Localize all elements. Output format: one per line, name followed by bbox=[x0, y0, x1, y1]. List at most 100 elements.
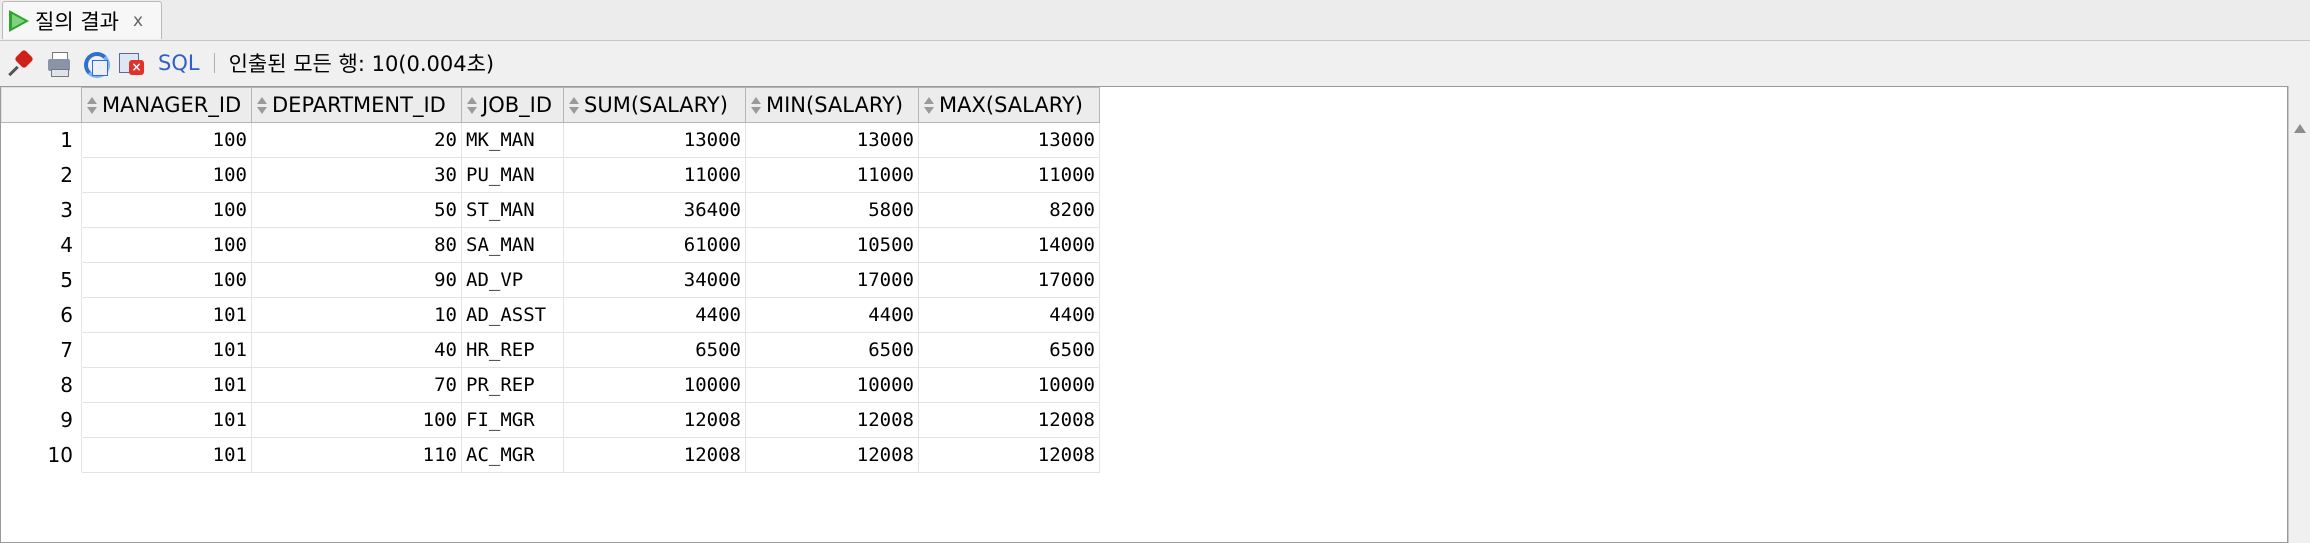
row-number-header bbox=[1, 87, 82, 123]
table-row[interactable]: 6 101 10 AD_ASST 4400 4400 4400 bbox=[1, 297, 1100, 333]
cell-job-id[interactable]: MK_MAN bbox=[461, 122, 564, 158]
cell-sum-salary[interactable]: 10000 bbox=[563, 367, 746, 403]
cell-min-salary[interactable]: 4400 bbox=[745, 297, 919, 333]
cell-department-id[interactable]: 100 bbox=[251, 402, 462, 438]
table-row[interactable]: 10 101 110 AC_MGR 12008 12008 12008 bbox=[1, 437, 1100, 473]
cell-manager-id[interactable]: 101 bbox=[81, 437, 252, 473]
cell-job-id[interactable]: ST_MAN bbox=[461, 192, 564, 228]
cell-sum-salary[interactable]: 6500 bbox=[563, 332, 746, 368]
cell-max-salary[interactable]: 10000 bbox=[918, 367, 1100, 403]
table-row[interactable]: 4 100 80 SA_MAN 61000 10500 14000 bbox=[1, 227, 1100, 263]
row-number[interactable]: 2 bbox=[1, 157, 82, 193]
cell-max-salary[interactable]: 12008 bbox=[918, 402, 1100, 438]
cell-min-salary[interactable]: 6500 bbox=[745, 332, 919, 368]
cell-sum-salary[interactable]: 12008 bbox=[563, 402, 746, 438]
column-header-manager-id[interactable]: MANAGER_ID bbox=[81, 87, 252, 123]
cell-job-id[interactable]: PR_REP bbox=[461, 367, 564, 403]
cell-max-salary[interactable]: 11000 bbox=[918, 157, 1100, 193]
cell-min-salary[interactable]: 17000 bbox=[745, 262, 919, 298]
cell-max-salary[interactable]: 12008 bbox=[918, 437, 1100, 473]
cell-department-id[interactable]: 50 bbox=[251, 192, 462, 228]
cell-department-id[interactable]: 30 bbox=[251, 157, 462, 193]
cell-min-salary[interactable]: 5800 bbox=[745, 192, 919, 228]
column-header-max-salary[interactable]: MAX(SALARY) bbox=[918, 87, 1100, 123]
cell-max-salary[interactable]: 14000 bbox=[918, 227, 1100, 263]
tab-query-result[interactable]: 질의 결과 x bbox=[2, 1, 162, 39]
cell-job-id[interactable]: PU_MAN bbox=[461, 157, 564, 193]
table-row[interactable]: 1 100 20 MK_MAN 13000 13000 13000 bbox=[1, 122, 1100, 158]
sort-icon bbox=[568, 95, 580, 117]
cell-max-salary[interactable]: 6500 bbox=[918, 332, 1100, 368]
sort-icon bbox=[750, 95, 762, 117]
row-number[interactable]: 7 bbox=[1, 332, 82, 368]
cell-sum-salary[interactable]: 11000 bbox=[563, 157, 746, 193]
cell-department-id[interactable]: 110 bbox=[251, 437, 462, 473]
cell-min-salary[interactable]: 13000 bbox=[745, 122, 919, 158]
refresh-icon[interactable] bbox=[82, 50, 110, 78]
cell-min-salary[interactable]: 11000 bbox=[745, 157, 919, 193]
row-number[interactable]: 5 bbox=[1, 262, 82, 298]
column-header-sum-salary[interactable]: SUM(SALARY) bbox=[563, 87, 746, 123]
cell-manager-id[interactable]: 100 bbox=[81, 157, 252, 193]
column-header-department-id[interactable]: DEPARTMENT_ID bbox=[251, 87, 462, 123]
table-row[interactable]: 9 101 100 FI_MGR 12008 12008 12008 bbox=[1, 402, 1100, 438]
row-number[interactable]: 3 bbox=[1, 192, 82, 228]
cell-manager-id[interactable]: 101 bbox=[81, 367, 252, 403]
cell-min-salary[interactable]: 12008 bbox=[745, 437, 919, 473]
cell-sum-salary[interactable]: 34000 bbox=[563, 262, 746, 298]
cell-sum-salary[interactable]: 36400 bbox=[563, 192, 746, 228]
table-row[interactable]: 8 101 70 PR_REP 10000 10000 10000 bbox=[1, 367, 1100, 403]
cell-sum-salary[interactable]: 4400 bbox=[563, 297, 746, 333]
cell-max-salary[interactable]: 8200 bbox=[918, 192, 1100, 228]
cell-department-id[interactable]: 10 bbox=[251, 297, 462, 333]
pin-icon[interactable] bbox=[8, 49, 36, 77]
table-row[interactable]: 5 100 90 AD_VP 34000 17000 17000 bbox=[1, 262, 1100, 298]
cell-sum-salary[interactable]: 13000 bbox=[563, 122, 746, 158]
table-row[interactable]: 3 100 50 ST_MAN 36400 5800 8200 bbox=[1, 192, 1100, 228]
tab-close-button[interactable]: x bbox=[133, 11, 143, 31]
cancel-icon[interactable]: × bbox=[118, 50, 144, 76]
column-header-min-salary[interactable]: MIN(SALARY) bbox=[745, 87, 919, 123]
cell-manager-id[interactable]: 100 bbox=[81, 262, 252, 298]
cell-job-id[interactable]: AC_MGR bbox=[461, 437, 564, 473]
cell-department-id[interactable]: 90 bbox=[251, 262, 462, 298]
cell-department-id[interactable]: 40 bbox=[251, 332, 462, 368]
row-number[interactable]: 8 bbox=[1, 367, 82, 403]
cell-department-id[interactable]: 20 bbox=[251, 122, 462, 158]
table-row[interactable]: 2 100 30 PU_MAN 11000 11000 11000 bbox=[1, 157, 1100, 193]
cell-manager-id[interactable]: 100 bbox=[81, 122, 252, 158]
cell-min-salary[interactable]: 12008 bbox=[745, 402, 919, 438]
cell-min-salary[interactable]: 10500 bbox=[745, 227, 919, 263]
cell-department-id[interactable]: 80 bbox=[251, 227, 462, 263]
cell-max-salary[interactable]: 17000 bbox=[918, 262, 1100, 298]
cell-department-id[interactable]: 70 bbox=[251, 367, 462, 403]
cell-sum-salary[interactable]: 12008 bbox=[563, 437, 746, 473]
cell-job-id[interactable]: AD_VP bbox=[461, 262, 564, 298]
cell-manager-id[interactable]: 100 bbox=[81, 227, 252, 263]
tab-strip: 질의 결과 x bbox=[0, 0, 2310, 41]
cell-max-salary[interactable]: 4400 bbox=[918, 297, 1100, 333]
cell-job-id[interactable]: SA_MAN bbox=[461, 227, 564, 263]
cell-min-salary[interactable]: 10000 bbox=[745, 367, 919, 403]
cell-max-salary[interactable]: 13000 bbox=[918, 122, 1100, 158]
cell-job-id[interactable]: FI_MGR bbox=[461, 402, 564, 438]
sql-link[interactable]: SQL bbox=[158, 51, 200, 75]
row-number[interactable]: 1 bbox=[1, 122, 82, 158]
cell-job-id[interactable]: HR_REP bbox=[461, 332, 564, 368]
row-number[interactable]: 9 bbox=[1, 402, 82, 438]
cell-manager-id[interactable]: 101 bbox=[81, 402, 252, 438]
column-header-job-id[interactable]: JOB_ID bbox=[461, 87, 564, 123]
print-icon[interactable] bbox=[46, 50, 72, 77]
cell-manager-id[interactable]: 101 bbox=[81, 332, 252, 368]
cell-sum-salary[interactable]: 61000 bbox=[563, 227, 746, 263]
cell-manager-id[interactable]: 101 bbox=[81, 297, 252, 333]
row-number[interactable]: 10 bbox=[1, 437, 82, 473]
cell-job-id[interactable]: AD_ASST bbox=[461, 297, 564, 333]
vertical-scrollbar[interactable] bbox=[2288, 86, 2310, 543]
row-number[interactable]: 4 bbox=[1, 227, 82, 263]
table-row[interactable]: 7 101 40 HR_REP 6500 6500 6500 bbox=[1, 332, 1100, 368]
scroll-up-icon[interactable] bbox=[2294, 124, 2306, 133]
cell-manager-id[interactable]: 100 bbox=[81, 192, 252, 228]
toolbar-separator bbox=[213, 53, 215, 73]
row-number[interactable]: 6 bbox=[1, 297, 82, 333]
